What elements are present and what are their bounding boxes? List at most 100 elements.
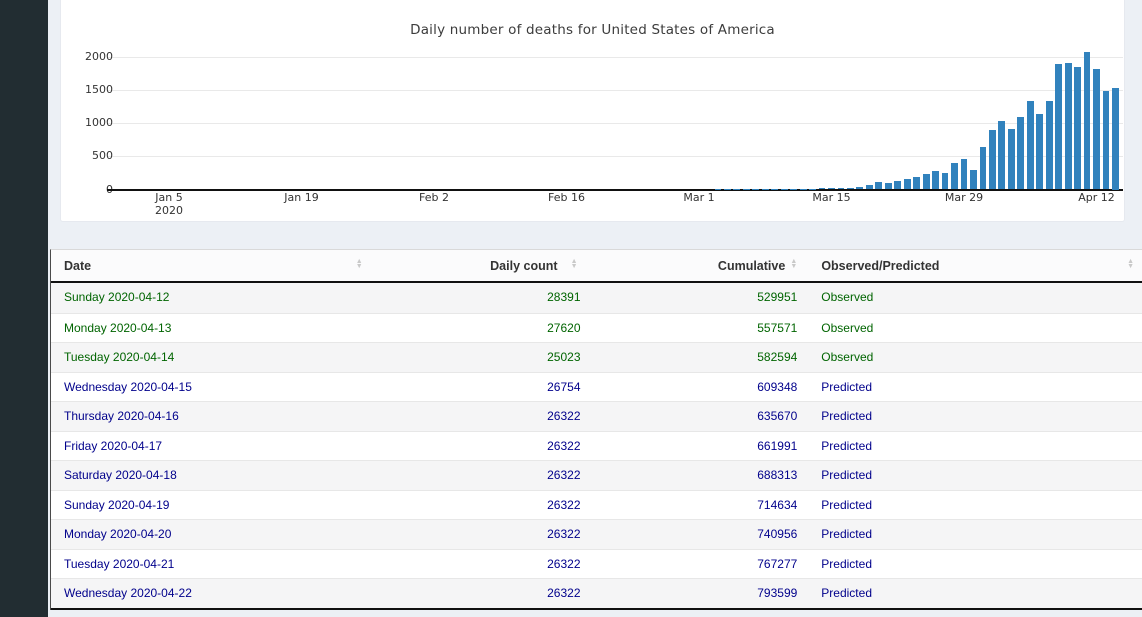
chart-bar [875, 182, 883, 190]
cell-daily-count: 26322 [547, 409, 581, 423]
chart-bar [988, 129, 996, 190]
chart-bar [941, 173, 949, 190]
table-row[interactable]: Tuesday 2020-04-21 26322 767277 Predicted [51, 548, 1142, 578]
chart-bar [922, 173, 930, 190]
cell-date: Thursday 2020-04-16 [64, 409, 179, 423]
cell-date: Saturday 2020-04-18 [64, 468, 177, 482]
cell-status: Predicted [821, 379, 872, 394]
cell-cumulative: 661991 [757, 438, 798, 453]
cell-status: Predicted [821, 438, 872, 453]
cell-date: Wednesday 2020-04-22 [64, 586, 192, 600]
cell-status: Predicted [821, 556, 872, 571]
column-header-observed-predicted[interactable]: Observed/Predicted ▲ ▼ [805, 250, 1142, 281]
chart-bar [1093, 68, 1100, 190]
cell-cumulative: 767277 [757, 556, 798, 571]
chart-bar [979, 147, 987, 190]
cell-status: Observed [821, 290, 874, 304]
table-header: Date ▲ ▼ Daily count ▲ ▼ Cumulative ▲ ▼ Obs… [51, 250, 1142, 283]
cell-daily-count: 26322 [547, 468, 581, 482]
table-row[interactable]: Monday 2020-04-13 27620 557571 Observed [51, 312, 1142, 342]
data-table: Date ▲ ▼ Daily count ▲ ▼ Cumulative ▲ ▼ Obs… [50, 249, 1142, 610]
cell-cumulative: 688313 [757, 468, 798, 482]
cell-date: Monday 2020-04-20 [64, 527, 172, 541]
cell-date: Friday 2020-04-17 [64, 438, 163, 453]
cell-cumulative: 635670 [757, 409, 798, 423]
chart-bar [932, 170, 939, 190]
cell-status: Observed [821, 320, 874, 335]
x-axis-tick-label: Mar 1 [683, 191, 715, 204]
chart-bar [799, 188, 807, 190]
cell-status: Predicted [821, 586, 872, 600]
cell-date: Monday 2020-04-13 [64, 320, 172, 335]
y-gridline [107, 90, 1123, 92]
cell-cumulative: 582594 [757, 350, 798, 364]
table-row[interactable]: Sunday 2020-04-12 28391 529951 Observed [51, 283, 1142, 313]
y-axis-tick-label: 0 [63, 183, 113, 197]
sort-icon[interactable]: ▲ ▼ [356, 258, 363, 270]
chart-bar [1026, 101, 1034, 190]
table-row[interactable]: Monday 2020-04-20 26322 740956 Predicted [51, 519, 1142, 549]
cell-daily-count: 26322 [547, 586, 581, 600]
cell-status: Predicted [821, 468, 872, 482]
chart-bar [1112, 88, 1119, 190]
cell-cumulative: 609348 [757, 379, 798, 394]
x-axis-tick-label: Mar 29 [944, 191, 984, 204]
chart-bar [998, 120, 1006, 190]
chart-bar [1074, 66, 1081, 190]
column-header-date[interactable]: Date ▲ ▼ [51, 250, 371, 281]
chart-bar [856, 186, 864, 190]
cell-daily-count: 28391 [547, 290, 581, 304]
sort-icon[interactable]: ▲ ▼ [790, 258, 797, 270]
chart-bar [790, 188, 798, 190]
cell-date: Tuesday 2020-04-14 [64, 350, 175, 364]
table-row[interactable]: Tuesday 2020-04-14 25023 582594 Observed [51, 342, 1142, 372]
table-row[interactable]: Sunday 2020-04-19 26322 714634 Predicted [51, 489, 1142, 519]
cell-date: Sunday 2020-04-19 [64, 497, 170, 512]
cell-cumulative: 793599 [757, 586, 798, 600]
table-row[interactable]: Wednesday 2020-04-22 26322 793599 Predicted [51, 578, 1142, 608]
cell-cumulative: 529951 [757, 290, 798, 304]
chart-bar [837, 188, 845, 190]
cell-daily-count: 26322 [547, 527, 581, 541]
chart-bar [865, 185, 873, 190]
chart-bar [1045, 100, 1053, 190]
x-axis-tick-label: Jan 5 [155, 191, 183, 204]
cell-daily-count: 26322 [547, 497, 581, 512]
chart-bar [1064, 62, 1072, 190]
chart-bar [809, 188, 816, 190]
chart-bar [894, 180, 902, 190]
sort-icon[interactable]: ▲ ▼ [1127, 258, 1134, 270]
table-row[interactable]: Wednesday 2020-04-15 26754 609348 Predicted [51, 371, 1142, 401]
chart-bar [960, 159, 968, 190]
cell-status: Predicted [821, 497, 872, 512]
table-row[interactable]: Friday 2020-04-17 26322 661991 Predicted [51, 430, 1142, 460]
chart-card: Daily number of deaths for United States… [60, 0, 1125, 222]
cell-date: Sunday 2020-04-12 [64, 290, 170, 304]
column-header-label: Cumulative [717, 259, 786, 273]
cell-status: Observed [821, 350, 874, 364]
table-row[interactable]: Thursday 2020-04-16 26322 635670 Predicted [51, 401, 1142, 431]
cell-cumulative: 714634 [757, 497, 798, 512]
chart-bar [970, 169, 977, 190]
chart-bar [903, 179, 911, 190]
column-header-daily-count[interactable]: Daily count ▲ ▼ [371, 250, 586, 281]
x-axis-tick-label: Feb 16 [548, 191, 585, 204]
column-header-cumulative[interactable]: Cumulative ▲ ▼ [586, 250, 806, 281]
sort-icon[interactable]: ▲ ▼ [571, 258, 578, 270]
cell-daily-count: 26322 [547, 556, 581, 571]
x-axis-tick-label: Mar 15 [812, 191, 851, 204]
chart-bar [847, 187, 854, 190]
table-row[interactable]: Saturday 2020-04-18 26322 688313 Predicted [51, 460, 1142, 490]
cell-cumulative: 557571 [757, 320, 798, 335]
cell-status: Predicted [821, 409, 872, 423]
column-header-label: Daily count [490, 259, 558, 273]
y-axis-tick-label: 1000 [85, 116, 113, 130]
chart-bar [1007, 129, 1015, 190]
chart-bar [828, 188, 835, 190]
y-gridline [107, 123, 1123, 125]
y-gridline [107, 156, 1123, 158]
cell-date: Tuesday 2020-04-21 [64, 556, 175, 571]
column-header-label: Observed/Predicted [821, 259, 940, 273]
y-gridline [107, 57, 1123, 58]
chart-bar [913, 176, 921, 190]
